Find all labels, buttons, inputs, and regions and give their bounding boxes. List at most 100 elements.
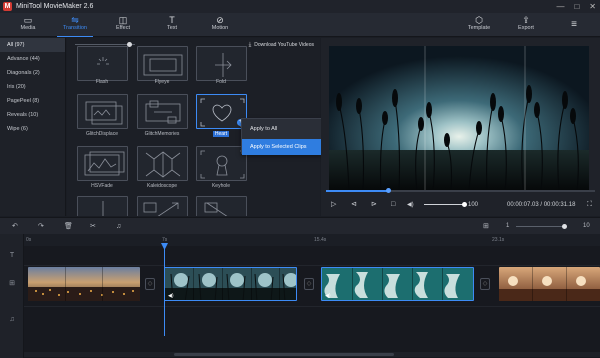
clip-audio-icon[interactable]: ◀) [168,293,174,299]
category-advance[interactable]: Advance (44) [0,52,65,66]
minimize-button[interactable]: — [556,0,564,13]
zoom-knob[interactable] [562,224,567,229]
transition-thumb-glitchdisplace[interactable] [77,94,128,129]
text-track[interactable] [24,246,600,266]
stop-button[interactable]: □ [391,198,395,212]
download-icon: ⤓ [248,42,252,48]
music-track[interactable] [24,307,600,337]
progress-knob[interactable] [385,188,391,193]
transition-thumb-kaleidoscope[interactable] [137,146,188,181]
template-icon: ⬡ [475,15,483,25]
delete-icon[interactable]: 🗑 [64,218,73,235]
tab-effect-label: Effect [116,25,130,31]
sunset-grass-image [329,46,589,192]
timeline-scrollbar[interactable] [24,352,600,357]
tab-transition[interactable]: ⇋ Transition [51,13,99,37]
thumbnail-size-slider[interactable] [75,42,135,47]
flash-icon [97,57,109,65]
transition-label: Kaleidoscope [146,183,178,189]
transition-icon [102,201,104,216]
tab-motion[interactable]: ⊘ Motion [196,13,244,37]
app-window: M MiniTool MovieMaker 2.6 — □ ✕ ▭ Media … [0,0,600,358]
video-clip-sunset-selected[interactable]: ◀) [164,267,297,301]
preview-panel: ▷ ⊲ ⊳ □ ◀) 100 00:00:07.03 / 00:00:31.18… [321,38,600,216]
audio-icon[interactable]: ♫ [116,218,121,235]
volume-value: 100 [468,202,479,208]
previous-frame-button[interactable]: ⊲ [351,198,357,212]
tab-effect[interactable]: ◫ Effect [99,13,147,37]
transition-slot[interactable]: ◇ [145,278,155,290]
transition-thumb[interactable] [77,196,128,216]
download-youtube-button[interactable]: ⤓ Download YouTube Videos [249,40,314,50]
fold-icon [215,53,232,77]
transition-thumb[interactable] [196,196,247,216]
transition-thumb-keyhole[interactable] [196,146,247,181]
transition-thumb-fold[interactable] [196,46,247,81]
transition-thumb[interactable] [137,196,188,216]
volume-knob[interactable] [462,202,467,207]
volume-slider[interactable] [424,202,467,207]
hamburger-menu-icon: ≡ [571,19,577,30]
tab-text[interactable]: T Text [148,13,196,37]
redo-icon[interactable]: ↷ [38,218,44,235]
category-pagepeel[interactable]: PagePeel (8) [0,94,65,108]
category-list: All (97) Advance (44) Diagonals (2) Iris… [0,38,66,216]
text-track-icon: T [9,252,15,259]
total-time: 00:00:31.18 [543,202,576,208]
timeline-ruler[interactable]: 0s 7s 15.4s 23.1s [24,234,600,246]
clip-audio-icon[interactable]: ◀) [325,293,331,299]
play-button[interactable]: ▷ [331,198,336,212]
menu-item-apply-to-all[interactable]: Apply to All [242,121,321,137]
split-icon[interactable]: ✂ [90,218,96,235]
timeline-zoom-slider[interactable] [516,224,567,229]
download-label: Download YouTube Videos [254,42,314,48]
menu-item-apply-to-selected-clips[interactable]: Apply to Selected Clips [242,139,321,155]
transition-thumb-flash[interactable] [77,46,128,81]
transition-thumb-heart[interactable]: + [196,94,247,129]
category-diagonals[interactable]: Diagonals (2) [0,66,65,80]
window-controls: — □ ✕ [556,0,596,13]
transition-label: HSVFade [91,183,113,189]
player-controls: ▷ ⊲ ⊳ □ ◀) 100 00:00:07.03 / 00:00:31.18… [321,198,600,212]
effect-icon: ◫ [118,15,128,25]
context-menu: Apply to All Apply to Selected Clips [241,118,322,155]
tab-media-label: Media [20,25,36,31]
zoom-min-label: 1 [506,223,510,229]
tab-media[interactable]: ▭ Media [4,13,52,37]
tab-motion-label: Motion [211,25,229,31]
timeline-tracks: ◇ ◀) ◇ ◀) ◇ [24,246,600,358]
scrollbar-thumb[interactable] [174,353,394,356]
undo-icon[interactable]: ↶ [12,218,18,235]
video-clip-waves[interactable]: ◀) [321,267,474,301]
video-clip-city[interactable] [28,267,140,301]
transition-label: Keyhole [211,183,231,189]
transition-label: Flyeye [154,79,170,85]
export-button[interactable]: ⇪ Export [502,13,550,37]
maximize-button[interactable]: □ [574,0,579,13]
text-icon: T [169,15,175,25]
timecode: 00:00:07.03 / 00:00:31.18 [507,198,575,212]
template-button[interactable]: ⬡ Template [455,13,503,37]
category-wipe[interactable]: Wipe (6) [0,122,65,136]
next-frame-button[interactable]: ⊳ [371,198,377,212]
category-iris[interactable]: Iris (20) [0,80,65,94]
transition-slot[interactable]: ◇ [480,278,490,290]
transition-label: Fold [216,79,226,85]
fullscreen-button[interactable]: ⛶ [587,198,592,212]
transition-thumb-flyeye[interactable] [137,46,188,81]
transition-thumb-hsvfade[interactable] [77,146,128,181]
category-reveals[interactable]: Reveals (10) [0,108,65,122]
fit-timeline-icon[interactable]: ⊞ [483,218,489,235]
playhead[interactable] [161,243,168,336]
ruler-tick: 15.4s [314,237,327,243]
volume-icon[interactable]: ◀) [407,198,414,212]
menu-button[interactable]: ≡ [556,13,592,37]
close-button[interactable]: ✕ [589,0,596,13]
transition-thumb-glitchmemories[interactable] [137,94,188,129]
transition-slot[interactable]: ◇ [304,278,314,290]
tab-transition-label: Transition [63,25,87,31]
category-all[interactable]: All (97) [0,38,65,52]
video-track-icon: ⊞ [9,280,15,287]
video-clip-field[interactable] [499,267,600,301]
playback-progress-bar[interactable] [326,188,595,193]
